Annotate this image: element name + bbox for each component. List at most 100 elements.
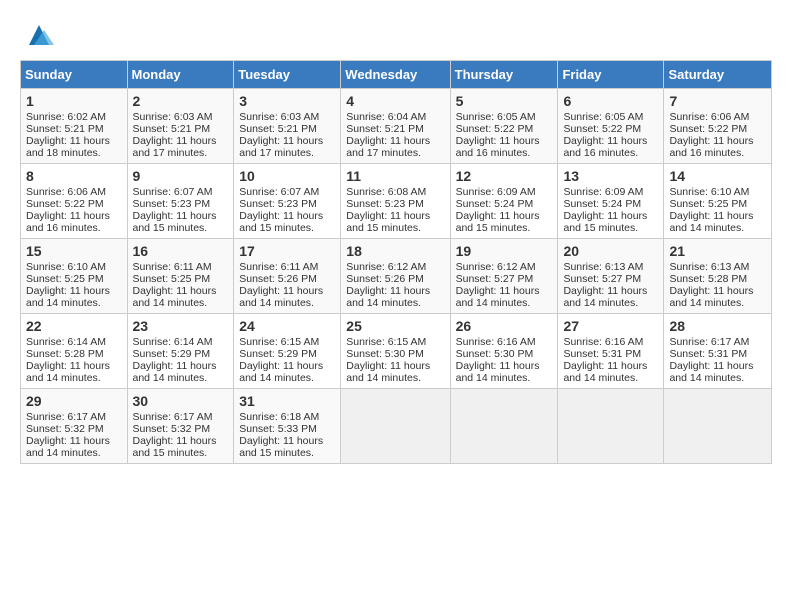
day-info-line: Sunrise: 6:08 AM	[346, 186, 444, 198]
day-number: 31	[239, 393, 335, 409]
day-info-line: Sunset: 5:28 PM	[669, 273, 766, 285]
day-info-line: Sunrise: 6:10 AM	[669, 186, 766, 198]
day-number: 29	[26, 393, 122, 409]
calendar-cell	[558, 389, 664, 464]
week-row-1: 1 Sunrise: 6:02 AM Sunset: 5:21 PM Daylight…	[21, 89, 772, 164]
day-info-line: Sunrise: 6:05 AM	[563, 111, 658, 123]
day-info-line: Sunset: 5:22 PM	[26, 198, 122, 210]
day-number: 11	[346, 168, 444, 184]
calendar-cell: 7Sunrise: 6:06 AMSunset: 5:22 PMDaylight…	[664, 89, 772, 164]
day-info-line: Sunrise: 6:09 AM	[563, 186, 658, 198]
day-info-line: Daylight: 11 hours and 14 minutes.	[346, 285, 444, 309]
calendar-cell: 27Sunrise: 6:16 AMSunset: 5:31 PMDayligh…	[558, 314, 664, 389]
day-header-sunday: Sunday	[21, 61, 128, 89]
calendar-cell: 28Sunrise: 6:17 AMSunset: 5:31 PMDayligh…	[664, 314, 772, 389]
day-info-line: Sunset: 5:27 PM	[456, 273, 553, 285]
day-number: 6	[563, 93, 658, 109]
day-number: 17	[239, 243, 335, 259]
calendar-cell: 12Sunrise: 6:09 AMSunset: 5:24 PMDayligh…	[450, 164, 558, 239]
day-number: 16	[133, 243, 229, 259]
day-info-line: Sunrise: 6:18 AM	[239, 411, 335, 423]
day-info-line: Sunset: 5:24 PM	[456, 198, 553, 210]
day-info-line: Daylight: 11 hours and 14 minutes.	[456, 285, 553, 309]
day-info-line: Sunset: 5:29 PM	[239, 348, 335, 360]
day-info-line: Sunrise: 6:14 AM	[26, 336, 122, 348]
day-number: 18	[346, 243, 444, 259]
day-info-line: Daylight: 11 hours and 16 minutes.	[669, 135, 766, 159]
day-info-line: Sunrise: 6:06 AM	[669, 111, 766, 123]
day-number: 20	[563, 243, 658, 259]
day-number: 2	[133, 93, 229, 109]
day-info-line: Sunset: 5:31 PM	[563, 348, 658, 360]
day-number: 15	[26, 243, 122, 259]
calendar-cell: 2Sunrise: 6:03 AMSunset: 5:21 PMDaylight…	[127, 89, 234, 164]
day-info-line: Sunrise: 6:03 AM	[239, 111, 335, 123]
calendar-cell: 17Sunrise: 6:11 AMSunset: 5:26 PMDayligh…	[234, 239, 341, 314]
calendar-cell: 5Sunrise: 6:05 AMSunset: 5:22 PMDaylight…	[450, 89, 558, 164]
day-info-line: Daylight: 11 hours and 15 minutes.	[239, 435, 335, 459]
day-header-friday: Friday	[558, 61, 664, 89]
day-number: 23	[133, 318, 229, 334]
day-info-line: Daylight: 11 hours and 17 minutes.	[239, 135, 335, 159]
calendar-cell	[450, 389, 558, 464]
day-number: 28	[669, 318, 766, 334]
calendar-cell: 31Sunrise: 6:18 AMSunset: 5:33 PMDayligh…	[234, 389, 341, 464]
day-number: 21	[669, 243, 766, 259]
day-info-line: Sunset: 5:23 PM	[133, 198, 229, 210]
calendar-cell: 14Sunrise: 6:10 AMSunset: 5:25 PMDayligh…	[664, 164, 772, 239]
day-info-line: Daylight: 11 hours and 15 minutes.	[133, 210, 229, 234]
day-info-line: Sunset: 5:30 PM	[456, 348, 553, 360]
day-info-line: Sunset: 5:25 PM	[26, 273, 122, 285]
day-info-line: Sunrise: 6:17 AM	[669, 336, 766, 348]
day-info-line: Sunset: 5:23 PM	[346, 198, 444, 210]
day-info-line: Sunrise: 6:15 AM	[239, 336, 335, 348]
day-number: 30	[133, 393, 229, 409]
day-info-line: Daylight: 11 hours and 14 minutes.	[456, 360, 553, 384]
calendar-cell: 30Sunrise: 6:17 AMSunset: 5:32 PMDayligh…	[127, 389, 234, 464]
calendar-cell: 8Sunrise: 6:06 AMSunset: 5:22 PMDaylight…	[21, 164, 128, 239]
calendar-cell: 19Sunrise: 6:12 AMSunset: 5:27 PMDayligh…	[450, 239, 558, 314]
day-info-line: Sunrise: 6:05 AM	[456, 111, 553, 123]
day-info-line: Daylight: 11 hours and 14 minutes.	[346, 360, 444, 384]
calendar-cell: 20Sunrise: 6:13 AMSunset: 5:27 PMDayligh…	[558, 239, 664, 314]
day-info-line: Sunset: 5:32 PM	[26, 423, 122, 435]
day-header-monday: Monday	[127, 61, 234, 89]
calendar-cell: 29Sunrise: 6:17 AMSunset: 5:32 PMDayligh…	[21, 389, 128, 464]
calendar-cell: 25Sunrise: 6:15 AMSunset: 5:30 PMDayligh…	[341, 314, 450, 389]
day-number: 9	[133, 168, 229, 184]
calendar-cell: 6Sunrise: 6:05 AMSunset: 5:22 PMDaylight…	[558, 89, 664, 164]
day-info-line: Daylight: 11 hours and 15 minutes.	[133, 435, 229, 459]
week-row-3: 15Sunrise: 6:10 AMSunset: 5:25 PMDayligh…	[21, 239, 772, 314]
day-info-line: Sunrise: 6:13 AM	[669, 261, 766, 273]
day-info-line: Sunset: 5:21 PM	[346, 123, 444, 135]
day-info-line: Sunrise: 6:12 AM	[456, 261, 553, 273]
day-info-line: Daylight: 11 hours and 14 minutes.	[669, 210, 766, 234]
day-info-line: Sunrise: 6:13 AM	[563, 261, 658, 273]
day-info-line: Sunset: 5:25 PM	[669, 198, 766, 210]
day-number: 4	[346, 93, 444, 109]
day-info-line: Sunset: 5:24 PM	[563, 198, 658, 210]
day-number: 25	[346, 318, 444, 334]
day-number: 13	[563, 168, 658, 184]
day-info-line: Sunset: 5:22 PM	[669, 123, 766, 135]
day-info-line: Daylight: 11 hours and 15 minutes.	[563, 210, 658, 234]
day-info-line: Sunrise: 6:17 AM	[133, 411, 229, 423]
day-info-line: Daylight: 11 hours and 15 minutes.	[239, 210, 335, 234]
day-info-line: Sunset: 5:26 PM	[239, 273, 335, 285]
calendar-cell: 22Sunrise: 6:14 AMSunset: 5:28 PMDayligh…	[21, 314, 128, 389]
day-info-line: Sunrise: 6:16 AM	[563, 336, 658, 348]
week-row-4: 22Sunrise: 6:14 AMSunset: 5:28 PMDayligh…	[21, 314, 772, 389]
day-info-line: Sunrise: 6:14 AM	[133, 336, 229, 348]
page-header	[20, 20, 772, 50]
calendar-cell: 26Sunrise: 6:16 AMSunset: 5:30 PMDayligh…	[450, 314, 558, 389]
day-info-line: Daylight: 11 hours and 14 minutes.	[239, 285, 335, 309]
calendar-header-row: SundayMondayTuesdayWednesdayThursdayFrid…	[21, 61, 772, 89]
day-info-line: Sunset: 5:31 PM	[669, 348, 766, 360]
calendar-cell: 15Sunrise: 6:10 AMSunset: 5:25 PMDayligh…	[21, 239, 128, 314]
day-info-line: Sunrise: 6:02 AM	[26, 111, 122, 123]
day-header-thursday: Thursday	[450, 61, 558, 89]
calendar-cell	[341, 389, 450, 464]
day-number: 22	[26, 318, 122, 334]
day-info-line: Daylight: 11 hours and 14 minutes.	[563, 285, 658, 309]
day-number: 1	[26, 93, 122, 109]
